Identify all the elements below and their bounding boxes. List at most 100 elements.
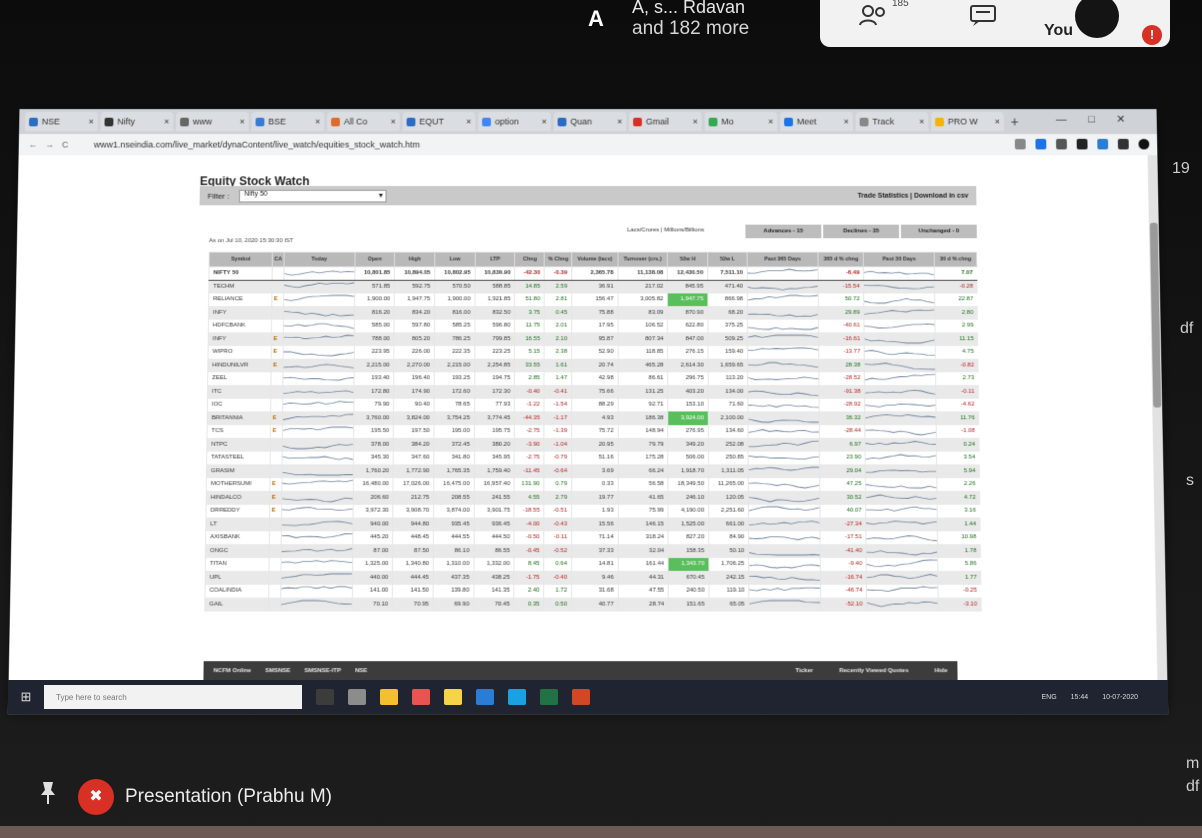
- table-row[interactable]: INFY E 788.00 805.20 786.25 799.85 16.55 2.10 95…: [208, 332, 978, 346]
- mic-off-icon[interactable]: ✖: [78, 779, 114, 815]
- symbol-link[interactable]: UPL: [205, 570, 270, 585]
- browser-tab[interactable]: Gmail ×: [629, 111, 702, 132]
- column-header[interactable]: Low: [434, 252, 476, 267]
- close-icon[interactable]: ×: [844, 117, 849, 127]
- column-header[interactable]: 52w H: [667, 252, 708, 267]
- symbol-link[interactable]: WIPRO: [207, 345, 272, 359]
- column-header[interactable]: Chng: [515, 252, 545, 267]
- taskbar-app-icon[interactable]: [412, 689, 430, 705]
- symbol-link[interactable]: BRITANNIA: [207, 411, 271, 425]
- close-icon[interactable]: ×: [768, 117, 773, 127]
- table-row[interactable]: RELIANCE E 1,900.00 1,947.75 1,900.00 1,921.8…: [208, 292, 978, 307]
- symbol-link[interactable]: GRASIM: [206, 464, 271, 478]
- browser-tab[interactable]: option ×: [478, 111, 551, 132]
- symbol-link[interactable]: HINDUNILVR: [207, 358, 272, 372]
- url-field[interactable]: www1.nseindia.com/live_market/dynaConten…: [94, 140, 420, 150]
- column-header[interactable]: 52w L: [707, 252, 748, 267]
- symbol-link[interactable]: ITC: [207, 385, 272, 399]
- advances-tab[interactable]: Advances - 15: [745, 224, 822, 239]
- table-row[interactable]: TITAN 1,325.00 1,340.80 1,310.00 1,332.00 8.4…: [205, 557, 981, 571]
- close-icon[interactable]: ×: [466, 117, 471, 127]
- symbol-link[interactable]: ZEEL: [207, 371, 272, 386]
- symbol-link[interactable]: TECHM: [208, 279, 273, 293]
- symbol-link[interactable]: NTPC: [206, 437, 271, 452]
- table-row[interactable]: AXISBANK 445.20 448.45 444.55 444.50 -0.50 -0.…: [205, 530, 981, 545]
- taskbar-app-icon[interactable]: [572, 689, 590, 705]
- browser-tab[interactable]: www ×: [176, 111, 249, 132]
- symbol-link[interactable]: RELIANCE: [208, 292, 273, 307]
- table-row[interactable]: MOTHERSUMI E 16,480.00 17,026.00 16,475.00 16…: [206, 477, 980, 491]
- people-icon[interactable]: [858, 4, 892, 26]
- table-row[interactable]: NIFTY 50 10,801.85 10,894.05 10,802.95 10,83…: [208, 266, 977, 280]
- browser-tab[interactable]: NSE ×: [24, 111, 98, 132]
- extension-icon[interactable]: [1056, 138, 1067, 150]
- symbol-link[interactable]: AXISBANK: [205, 530, 270, 545]
- unit-toggle-links[interactable]: Lacs/Crores | Millions/Billions: [627, 228, 704, 234]
- symbol-link[interactable]: DRREDDY: [205, 504, 270, 518]
- index-select[interactable]: Nifty 50: [239, 189, 387, 202]
- table-row[interactable]: WIPRO E 223.95 226.00 222.35 223.25 5.15 2.38 52…: [207, 345, 978, 359]
- tray-language[interactable]: ENG: [1041, 694, 1056, 701]
- profile-icon[interactable]: [1138, 138, 1150, 150]
- footer-link[interactable]: NCFM Online: [213, 668, 251, 674]
- scroll-thumb[interactable]: [1149, 222, 1162, 408]
- column-header[interactable]: Today: [283, 252, 355, 267]
- taskbar-app-icon[interactable]: [476, 689, 494, 705]
- table-row[interactable]: BRITANNIA E 3,760.00 3,824.00 3,754.25 3,774.…: [207, 411, 979, 425]
- close-icon[interactable]: ×: [542, 117, 547, 127]
- new-tab-icon[interactable]: +: [1011, 114, 1019, 129]
- symbol-link[interactable]: TITAN: [205, 557, 270, 571]
- symbol-link[interactable]: ONGC: [205, 544, 270, 558]
- table-row[interactable]: ITC 172.80 174.90 172.60 172.30 -0.40 -0.41 75.…: [207, 385, 979, 399]
- extension-icon[interactable]: [1097, 138, 1109, 150]
- browser-tab[interactable]: Quan ×: [553, 111, 627, 132]
- column-header[interactable]: Volume (lacs): [571, 252, 618, 267]
- extension-icon[interactable]: [1035, 138, 1047, 150]
- column-header[interactable]: Turnover (crs.): [617, 252, 668, 267]
- symbol-link[interactable]: HINDALCO: [206, 490, 271, 505]
- browser-tab[interactable]: Mo ×: [704, 111, 778, 132]
- table-row[interactable]: TECHM 571.85 592.75 570.50 588.85 14.85 2.59 36…: [208, 279, 978, 293]
- column-header[interactable]: 30 d % chng: [934, 252, 977, 267]
- symbol-link[interactable]: COALINDIA: [204, 584, 270, 598]
- footer-link[interactable]: SMSNSE: [265, 668, 290, 674]
- symbol-link[interactable]: LT: [205, 517, 270, 531]
- table-row[interactable]: DRREDDY E 3,972.30 3,908.70 3,874.00 3,901.75…: [205, 504, 980, 518]
- symbol-link[interactable]: INFY: [208, 306, 272, 320]
- browser-tab[interactable]: All Co ×: [327, 111, 400, 132]
- unchanged-tab[interactable]: Unchanged - 0: [900, 224, 977, 239]
- self-video-tile[interactable]: [1075, 0, 1119, 38]
- table-row[interactable]: HINDUNILVR E 2,215.00 2,270.00 2,215.00 2,254…: [207, 358, 979, 372]
- chat-icon[interactable]: [968, 4, 1002, 26]
- table-row[interactable]: GAIL 70.10 70.95 69.90 70.45 0.35 0.50 40.77 28.…: [204, 597, 982, 611]
- tray-date[interactable]: 10-07-2020: [1102, 694, 1138, 701]
- close-icon[interactable]: ×: [919, 117, 924, 127]
- symbol-link[interactable]: GAIL: [204, 597, 269, 611]
- footer-link[interactable]: SMSNSE-ITP: [304, 668, 341, 674]
- browser-tab[interactable]: PRO W ×: [931, 111, 1004, 132]
- tray-time[interactable]: 15:44: [1071, 694, 1089, 701]
- table-row[interactable]: IOC 79.90 90.40 78.65 77.93 -1.22 -1.54 88.29 92…: [207, 398, 979, 412]
- table-row[interactable]: TATASTEEL 345.30 347.60 341.80 345.95 -2.75 -0…: [206, 451, 980, 465]
- alert-icon[interactable]: !: [1142, 25, 1162, 45]
- footer-link[interactable]: NSE: [355, 668, 367, 674]
- nav-arrows-icon[interactable]: ←→C: [29, 140, 77, 150]
- symbol-link[interactable]: TATASTEEL: [206, 451, 271, 465]
- taskbar-app-icon[interactable]: [444, 689, 462, 705]
- column-header[interactable]: Past 365 Days: [747, 252, 819, 267]
- column-header[interactable]: LTP: [474, 252, 516, 267]
- extension-icon[interactable]: [1117, 138, 1129, 150]
- taskbar-app-icon[interactable]: [316, 689, 334, 705]
- table-row[interactable]: INFY 816.20 834.20 816.00 832.50 3.75 0.45 75.8…: [208, 306, 978, 320]
- close-icon[interactable]: ×: [995, 117, 1000, 127]
- declines-tab[interactable]: Declines - 35: [823, 224, 900, 239]
- close-icon[interactable]: ×: [315, 117, 320, 127]
- window-controls[interactable]: —□✕: [1056, 113, 1147, 126]
- close-icon[interactable]: ×: [391, 117, 396, 127]
- browser-tab[interactable]: BSE ×: [251, 111, 325, 132]
- ticker-toggle[interactable]: Ticker: [796, 668, 814, 674]
- taskbar-app-icon[interactable]: [348, 689, 366, 705]
- table-row[interactable]: HINDALCO E 206.60 212.75 208.55 241.55 4.55 2.7…: [206, 490, 980, 505]
- extension-icon[interactable]: [1076, 138, 1088, 150]
- table-row[interactable]: ZEEL 193.40 196.40 193.25 194.75 2.85 1.47 42.9…: [207, 371, 979, 386]
